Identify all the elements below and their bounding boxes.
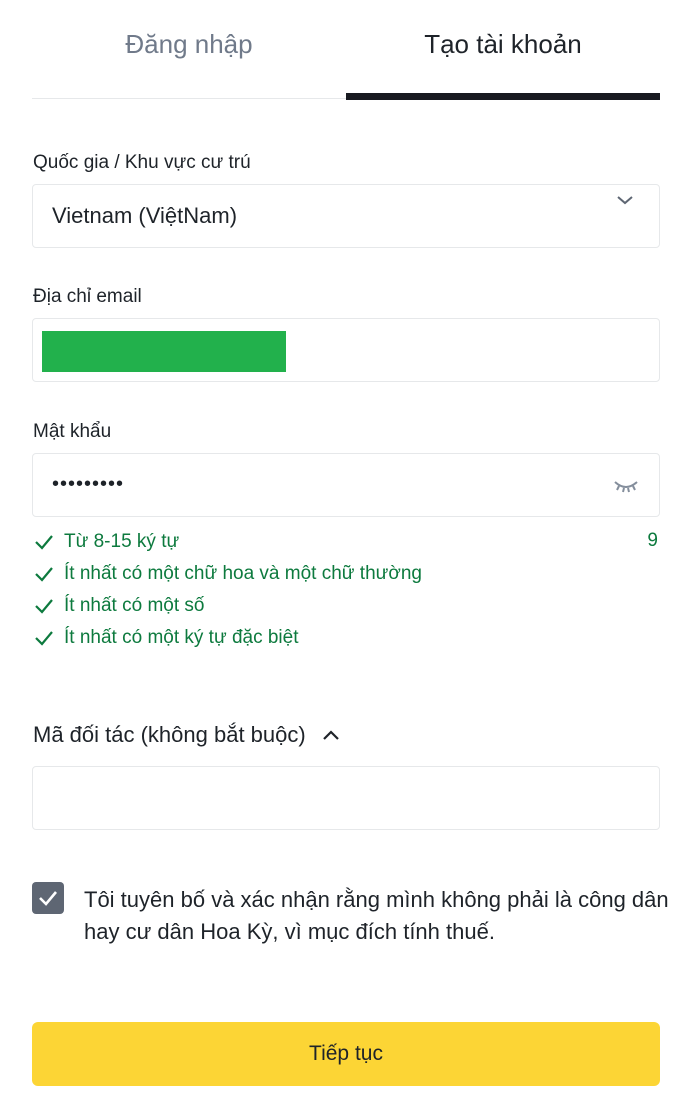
password-rule: Ít nhất có một ký tự đặc biệt <box>34 626 299 650</box>
email-field[interactable] <box>32 318 660 382</box>
active-tab-indicator <box>346 93 660 100</box>
password-rule: Ít nhất có một chữ hoa và một chữ thường <box>34 562 422 586</box>
check-icon <box>35 535 53 550</box>
check-icon <box>35 599 53 614</box>
eye-closed-icon[interactable] <box>613 476 639 501</box>
country-label: Quốc gia / Khu vực cư trú <box>33 152 251 173</box>
continue-button[interactable]: Tiếp tục <box>32 1022 660 1086</box>
country-select[interactable]: Vietnam (ViệtNam) <box>32 184 660 248</box>
us-declaration-checkbox[interactable] <box>32 882 64 914</box>
password-rule-text: Ít nhất có một số <box>64 595 205 616</box>
password-rule-text: Ít nhất có một ký tự đặc biệt <box>64 627 299 648</box>
partner-code-label: Mã đối tác (không bắt buộc) <box>33 722 306 747</box>
tab-divider <box>32 98 346 99</box>
check-icon <box>35 567 53 582</box>
tab-create-account[interactable]: Tạo tài khoản <box>346 0 660 100</box>
password-masked-value: ••••••••• <box>52 473 125 495</box>
partner-code-input[interactable] <box>32 766 660 830</box>
password-rule: Ít nhất có một số <box>34 594 204 618</box>
email-label: Địa chỉ email <box>33 286 142 307</box>
password-rule: Từ 8-15 ký tự <box>34 530 179 554</box>
password-label: Mật khẩu <box>33 421 112 442</box>
tab-login[interactable]: Đăng nhập <box>32 0 346 100</box>
password-field[interactable]: ••••••••• <box>32 453 660 517</box>
chevron-down-icon <box>615 190 635 215</box>
chevron-up-icon <box>322 730 339 740</box>
check-icon <box>35 631 53 646</box>
password-rule-text: Ít nhất có một chữ hoa và một chữ thường <box>64 563 422 584</box>
password-length-count: 9 <box>647 530 658 551</box>
password-rule-text: Từ 8-15 ký tự <box>64 531 180 552</box>
check-icon <box>39 891 57 906</box>
auth-tabs: Đăng nhập Tạo tài khoản <box>32 0 660 100</box>
email-redaction <box>42 331 286 372</box>
country-value: Vietnam (ViệtNam) <box>52 203 238 228</box>
partner-code-toggle[interactable]: Mã đối tác (không bắt buộc) <box>33 722 340 748</box>
us-declaration-text: Tôi tuyên bố và xác nhận rằng mình không… <box>84 887 669 944</box>
